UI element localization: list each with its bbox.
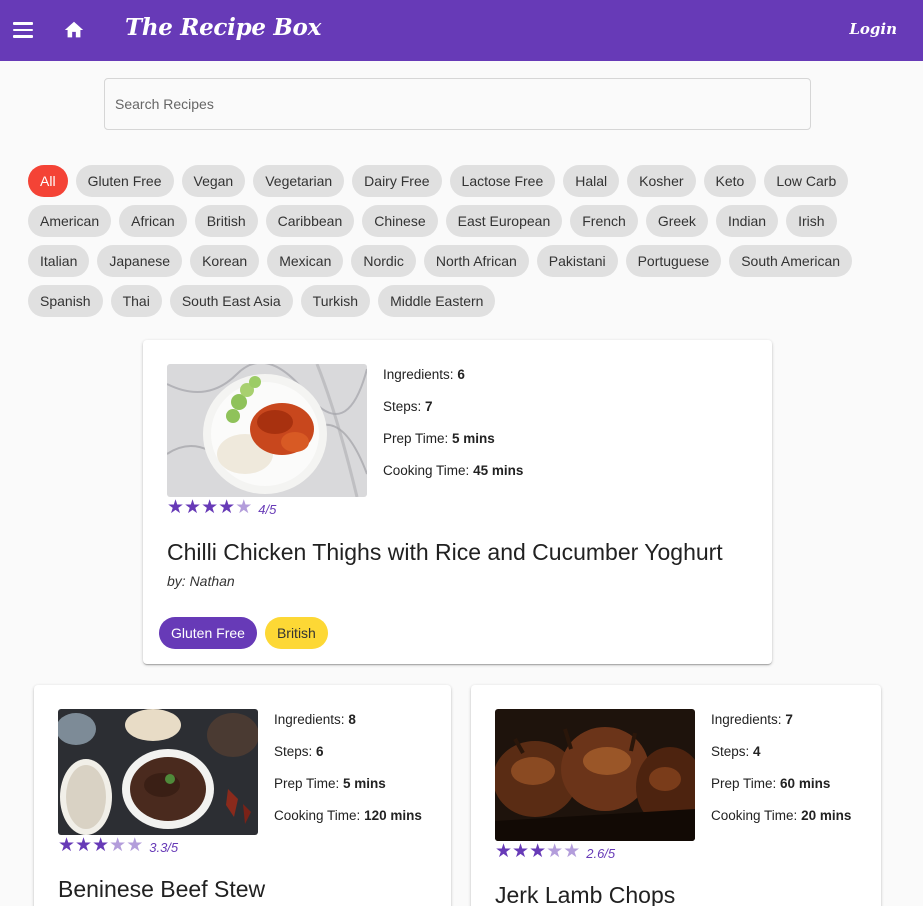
filter-chip-south-east-asia[interactable]: South East Asia (169, 285, 293, 317)
search-field[interactable] (104, 78, 811, 130)
filter-chip-gluten-free[interactable]: Gluten Free (75, 165, 174, 197)
star-icon: ★ (75, 835, 93, 856)
cooking-time: Cooking Time: 20 mins (711, 808, 852, 823)
filter-chip-low-carb[interactable]: Low Carb (764, 165, 849, 197)
ingredients-count: Ingredients: 7 (711, 712, 793, 727)
recipe-title[interactable]: Chilli Chicken Thighs with Rice and Cucu… (167, 539, 723, 566)
filter-chip-vegan[interactable]: Vegan (181, 165, 246, 197)
filter-chip-mexican[interactable]: Mexican (267, 245, 344, 277)
rating: ★★★★★ 4/5 (167, 498, 276, 518)
filter-chip-japanese[interactable]: Japanese (97, 245, 183, 277)
filter-chip-irish[interactable]: Irish (786, 205, 837, 237)
filter-chip-caribbean[interactable]: Caribbean (265, 205, 355, 237)
recipe-title[interactable]: Jerk Lamb Chops (495, 882, 675, 906)
star-icon: ★ (235, 497, 253, 518)
rating-score: 3.3/5 (149, 840, 179, 855)
star-icon: ★ (201, 497, 219, 518)
filter-chip-british[interactable]: British (194, 205, 258, 237)
steps-count: Steps: 7 (383, 399, 433, 414)
filter-chip-portuguese[interactable]: Portuguese (625, 245, 722, 277)
star-icon: ★ (563, 841, 581, 862)
filter-chip-east-european[interactable]: East European (445, 205, 563, 237)
ingredients-count: Ingredients: 6 (383, 367, 465, 382)
filter-chip-thai[interactable]: Thai (110, 285, 162, 317)
recipe-image[interactable] (167, 364, 367, 497)
filter-chip-vegetarian[interactable]: Vegetarian (253, 165, 345, 197)
filter-chip-south-american[interactable]: South American (729, 245, 853, 277)
filter-chip-nordic[interactable]: Nordic (351, 245, 416, 277)
rating-score: 4/5 (258, 502, 277, 517)
filter-chip-indian[interactable]: Indian (715, 205, 779, 237)
recipe-image[interactable] (58, 709, 258, 835)
filter-chip-halal[interactable]: Halal (563, 165, 620, 197)
recipe-author: by: Nathan (167, 573, 235, 589)
tag-british[interactable]: British (264, 617, 328, 649)
recipe-card[interactable]: ★★★★★ 2.6/5 Ingredients: 7 Steps: 4 Prep… (471, 685, 881, 906)
star-icon: ★ (218, 497, 236, 518)
star-icon: ★ (529, 841, 547, 862)
rating: ★★★★★ 2.6/5 (495, 842, 615, 862)
filter-chip-middle-eastern[interactable]: Middle Eastern (378, 285, 496, 317)
steps-count: Steps: 4 (711, 744, 761, 759)
filter-chip-keto[interactable]: Keto (703, 165, 757, 197)
prep-time: Prep Time: 5 mins (274, 776, 386, 791)
recipe-tags: Gluten Free British (159, 617, 336, 649)
filter-chip-chinese[interactable]: Chinese (362, 205, 438, 237)
star-icon: ★ (58, 835, 76, 856)
recipe-card[interactable]: ★★★★★ 3.3/5 Ingredients: 8 Steps: 6 Prep… (34, 685, 451, 906)
recipe-stats: Ingredients: 6 Steps: 7 Prep Time: 5 min… (383, 367, 523, 495)
home-icon[interactable] (63, 19, 85, 41)
star-icon: ★ (546, 841, 564, 862)
filter-chip-french[interactable]: French (570, 205, 638, 237)
star-icon: ★ (109, 835, 127, 856)
star-icon: ★ (512, 841, 530, 862)
star-icon: ★ (167, 497, 185, 518)
ingredients-count: Ingredients: 8 (274, 712, 356, 727)
rating: ★★★★★ 3.3/5 (58, 836, 178, 856)
recipe-stats: Ingredients: 7 Steps: 4 Prep Time: 60 mi… (711, 712, 851, 840)
star-icon: ★ (92, 835, 110, 856)
filter-chip-greek[interactable]: Greek (645, 205, 708, 237)
filter-chip-spanish[interactable]: Spanish (28, 285, 103, 317)
app-title[interactable]: The Recipe Box (125, 14, 321, 41)
app-bar: The Recipe Box Login (0, 0, 923, 61)
filter-chip-lactose-free[interactable]: Lactose Free (449, 165, 556, 197)
recipe-card[interactable]: ★★★★★ 4/5 Ingredients: 6 Steps: 7 Prep T… (143, 340, 772, 664)
star-icon: ★ (126, 835, 144, 856)
filter-chip-dairy-free[interactable]: Dairy Free (352, 165, 442, 197)
filter-chips: All Gluten Free Vegan Vegetarian Dairy Free L… (28, 165, 898, 325)
filter-chip-korean[interactable]: Korean (190, 245, 260, 277)
filter-chip-african[interactable]: African (119, 205, 187, 237)
cooking-time: Cooking Time: 45 mins (383, 463, 524, 478)
recipe-stats: Ingredients: 8 Steps: 6 Prep Time: 5 min… (274, 712, 422, 840)
star-icon: ★ (184, 497, 202, 518)
filter-chip-italian[interactable]: Italian (28, 245, 90, 277)
login-button[interactable]: Login (849, 20, 897, 38)
cooking-time: Cooking Time: 120 mins (274, 808, 422, 823)
filter-chip-american[interactable]: American (28, 205, 112, 237)
filter-chip-all[interactable]: All (28, 165, 68, 197)
filter-chip-pakistani[interactable]: Pakistani (536, 245, 618, 277)
recipe-image[interactable] (495, 709, 695, 841)
prep-time: Prep Time: 60 mins (711, 776, 831, 791)
steps-count: Steps: 6 (274, 744, 324, 759)
menu-icon[interactable] (12, 20, 34, 40)
filter-chip-turkish[interactable]: Turkish (300, 285, 371, 317)
tag-gluten-free[interactable]: Gluten Free (159, 617, 257, 649)
star-icon: ★ (495, 841, 513, 862)
filter-chip-kosher[interactable]: Kosher (627, 165, 696, 197)
rating-score: 2.6/5 (586, 846, 616, 861)
filter-chip-north-african[interactable]: North African (423, 245, 529, 277)
prep-time: Prep Time: 5 mins (383, 431, 495, 446)
recipe-title[interactable]: Beninese Beef Stew (58, 876, 265, 903)
search-input[interactable] (105, 79, 810, 129)
